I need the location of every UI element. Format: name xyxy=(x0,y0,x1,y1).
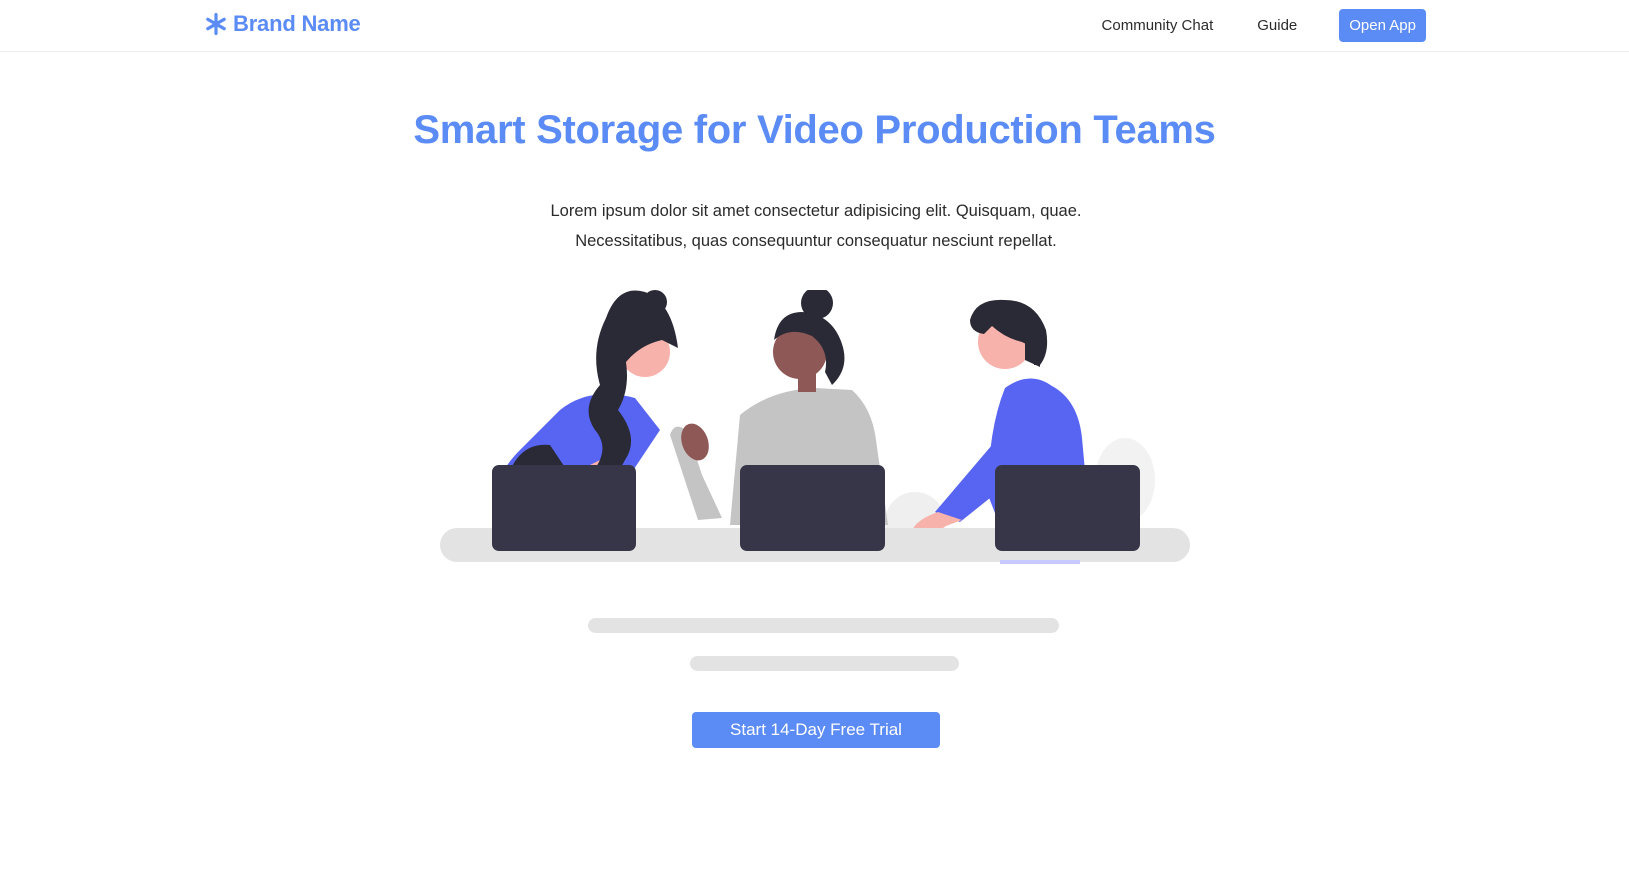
start-free-trial-button[interactable]: Start 14-Day Free Trial xyxy=(692,712,940,748)
nav-link-community-chat[interactable]: Community Chat xyxy=(1102,17,1214,34)
top-navbar: Brand Name Community Chat Guide Open App xyxy=(0,0,1629,52)
brand-logo-link[interactable]: Brand Name xyxy=(205,11,361,37)
placeholder-bar-2 xyxy=(690,656,959,671)
hero-title: Smart Storage for Video Production Teams xyxy=(413,108,1216,152)
laptop-right xyxy=(995,465,1140,551)
team-illustration xyxy=(440,287,1190,585)
nav-link-guide[interactable]: Guide xyxy=(1257,17,1297,34)
hero-description-line-2: Necessitatibus, quas consequuntur conseq… xyxy=(575,232,1057,250)
laptop-left xyxy=(492,465,636,551)
nav-links: Community Chat Guide Open App xyxy=(1058,9,1426,42)
brand-name: Brand Name xyxy=(233,11,361,36)
asterisk-icon xyxy=(205,13,227,35)
placeholder-bar-1 xyxy=(588,618,1059,633)
hero-description: Lorem ipsum dolor sit amet consectetur a… xyxy=(514,196,1118,256)
hero-description-line-1: Lorem ipsum dolor sit amet consectetur a… xyxy=(550,202,1082,220)
laptop-center xyxy=(740,465,885,551)
open-app-button[interactable]: Open App xyxy=(1339,9,1426,42)
